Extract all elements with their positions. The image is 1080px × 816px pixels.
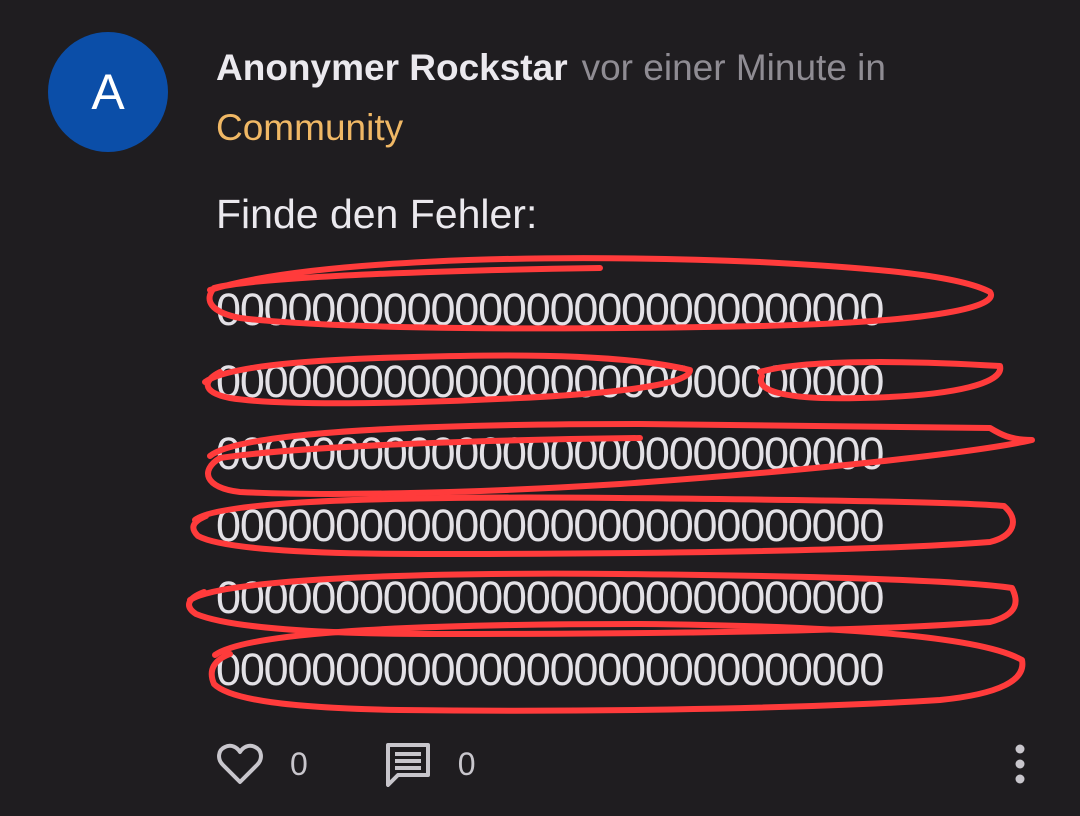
comment-button[interactable]: 0 — [384, 741, 476, 787]
zero-line: 0000000000000000000000000000 — [216, 500, 884, 551]
avatar-letter: A — [91, 64, 125, 120]
zero-line: 0000000000000000000000000000 — [216, 356, 884, 407]
zero-line: 0000000000000000000000000000 — [216, 284, 884, 335]
more-vertical-icon — [1015, 744, 1025, 784]
post-text: Finde den Fehler: — [216, 191, 538, 237]
heart-outline-icon — [217, 743, 263, 784]
zero-line: 0000000000000000000000000000 — [216, 428, 884, 479]
post-header: Anonymer Rockstar vor einer Minute in Com… — [216, 38, 1036, 158]
avatar[interactable]: A — [48, 32, 168, 152]
category-link[interactable]: Community — [216, 98, 1036, 158]
comment-count: 0 — [457, 745, 476, 782]
like-button[interactable]: 0 — [216, 742, 308, 786]
zero-line: 0000000000000000000000000000 — [216, 572, 884, 623]
post-time: vor einer Minute in — [581, 47, 886, 88]
zero-grid: 0000000000000000000000000000 00000000000… — [216, 274, 1016, 706]
post-actions: 0 0 — [216, 734, 476, 794]
author-name[interactable]: Anonymer Rockstar — [216, 47, 568, 88]
like-count: 0 — [290, 745, 308, 782]
comment-icon — [385, 743, 430, 787]
zero-line: 0000000000000000000000000000 — [216, 644, 884, 695]
more-options-button[interactable] — [1004, 742, 1036, 786]
